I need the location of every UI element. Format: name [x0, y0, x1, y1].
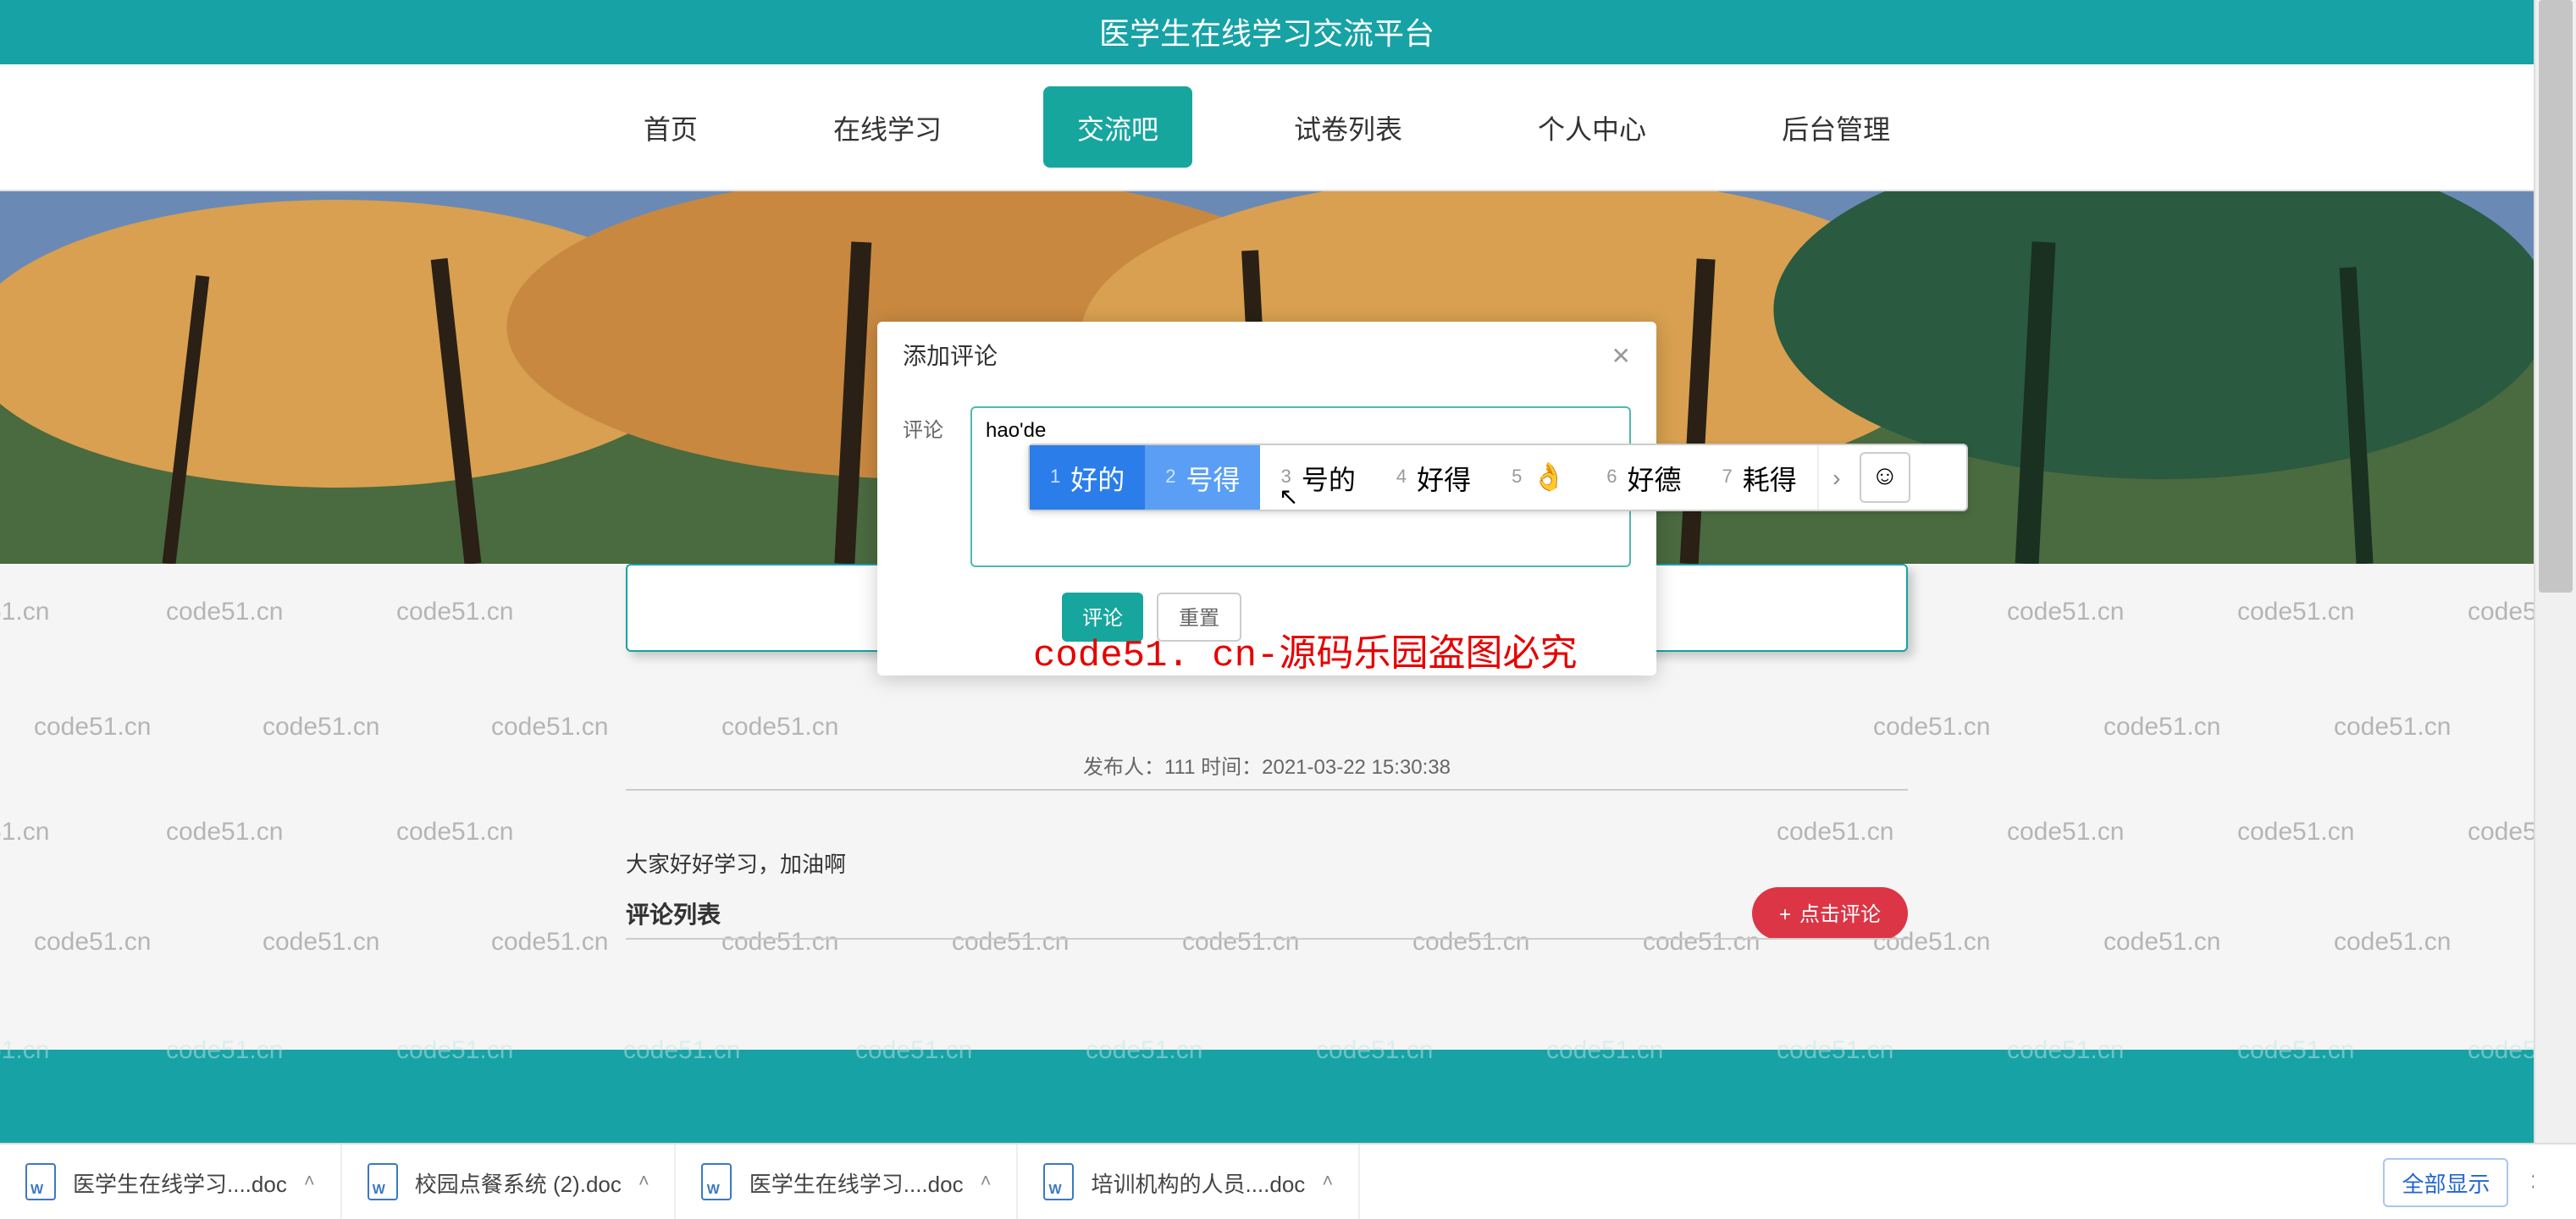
ime-candidate-4[interactable]: 4 好得 [1376, 445, 1491, 510]
word-doc-icon [1043, 1163, 1074, 1200]
watermark-red: code51. cn-源码乐园盗图必究 [1033, 623, 1577, 677]
ime-candidate-5[interactable]: 5 👌 [1491, 445, 1586, 510]
cursor-icon: ↖ [1279, 483, 1298, 511]
download-item[interactable]: 培训机构的人员....doc ˄ [1018, 1145, 1360, 1219]
ime-candidate-1[interactable]: 1 好的 [1030, 445, 1145, 510]
ime-candidate-2[interactable]: 2 号得 [1145, 445, 1260, 510]
modal-close-button[interactable]: ✕ [1611, 341, 1631, 370]
ime-candidate-text: 号的 [1302, 457, 1356, 498]
ime-candidate-text: 好德 [1627, 457, 1681, 498]
ime-candidate-text: 好得 [1417, 457, 1471, 498]
chevron-up-icon[interactable]: ˄ [638, 1172, 650, 1192]
scrollbar-corner [2534, 1143, 2576, 1219]
ime-next-page-button[interactable]: › [1817, 445, 1855, 510]
download-filename: 培训机构的人员....doc [1091, 1166, 1305, 1198]
download-filename: 校园点餐系统 (2).doc [415, 1166, 622, 1198]
download-item[interactable]: 医学生在线学习....doc ˄ [677, 1145, 1019, 1219]
comment-field-label: 评论 [903, 406, 954, 444]
download-filename: 医学生在线学习....doc [749, 1166, 964, 1198]
chevron-up-icon[interactable]: ˄ [1322, 1172, 1333, 1192]
vertical-scrollbar[interactable]: ▾ [2534, 0, 2576, 1177]
word-doc-icon [702, 1163, 732, 1200]
show-all-downloads-button[interactable]: 全部显示 [2384, 1157, 2509, 1206]
ime-candidate-text: 👌 [1532, 461, 1566, 494]
ime-candidate-6[interactable]: 6 好德 [1586, 445, 1701, 510]
ime-candidate-text: 耗得 [1743, 457, 1797, 498]
download-filename: 医学生在线学习....doc [73, 1166, 287, 1198]
word-doc-icon [25, 1163, 56, 1200]
download-bar: 医学生在线学习....doc ˄ 校园点餐系统 (2).doc ˄ 医学生在线学… [0, 1143, 2576, 1219]
modal-title: 添加评论 [903, 339, 998, 372]
word-doc-icon [368, 1163, 398, 1200]
ime-emoji-button[interactable]: ☺ [1860, 452, 1910, 503]
ime-candidate-text: 号得 [1186, 457, 1241, 498]
chevron-up-icon[interactable]: ˄ [981, 1172, 992, 1192]
download-item[interactable]: 校园点餐系统 (2).doc ˄ [342, 1145, 677, 1219]
chevron-up-icon[interactable]: ˄ [304, 1172, 315, 1192]
ime-candidate-7[interactable]: 7 耗得 [1702, 445, 1817, 510]
download-item[interactable]: 医学生在线学习....doc ˄ [0, 1145, 342, 1219]
ime-candidate-text: 好的 [1070, 457, 1125, 498]
modal-header: 添加评论 ✕ [877, 322, 1656, 389]
ime-candidate-3[interactable]: 3 号的 [1261, 445, 1376, 510]
scrollbar-thumb[interactable] [2539, 0, 2573, 593]
ime-candidate-bar: 1 好的 2 号得 3 号的 4 好得 5 👌 6 好德 7 耗得 › ☺ [1028, 444, 1968, 511]
